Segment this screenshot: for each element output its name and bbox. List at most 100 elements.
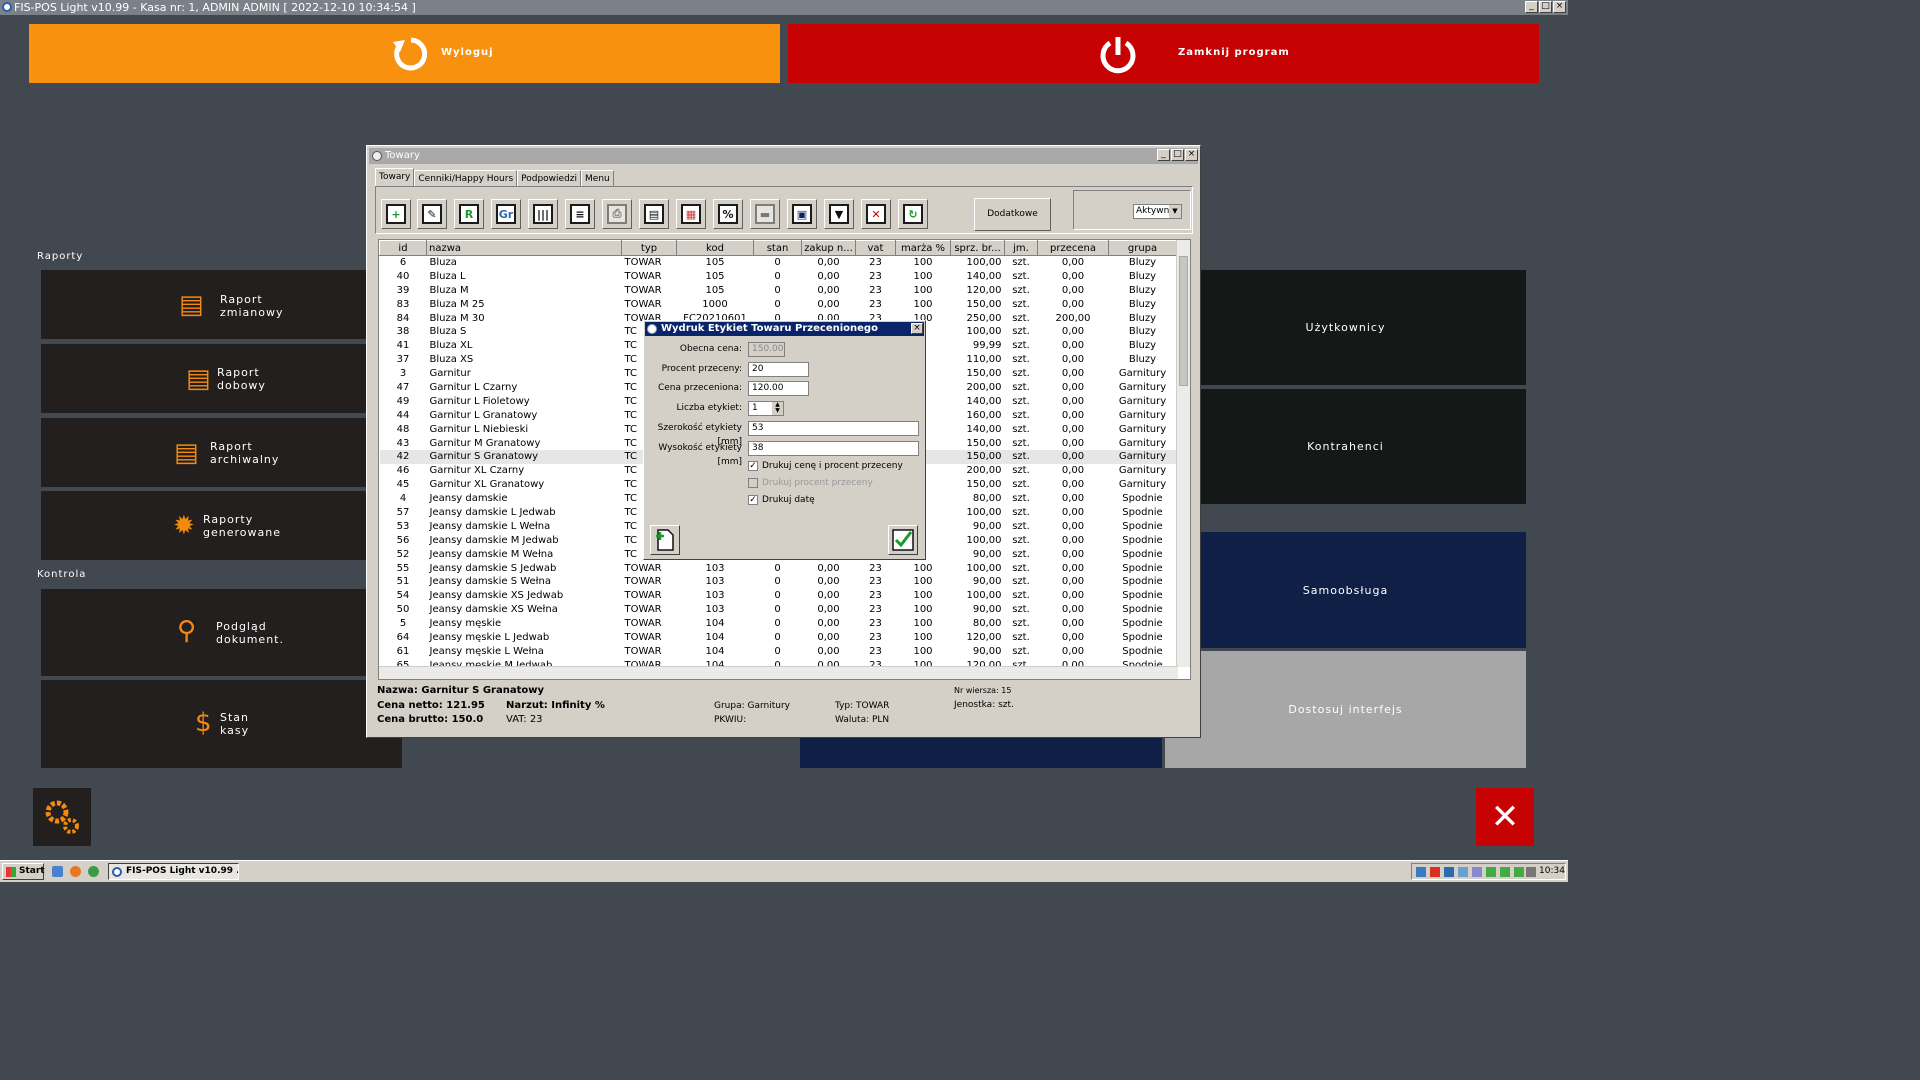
tab-menu[interactable]: Menu: [581, 170, 614, 186]
table-row[interactable]: 61 Jeansy męskie L Wełna TOWAR 104 0 0,00 23 10…: [380, 644, 1177, 658]
table-row[interactable]: 39 Bluza M TOWAR 105 0 0,00 23 100 120,00 szt. 0,0…: [380, 283, 1177, 297]
goods-button[interactable]: ▦: [676, 199, 706, 229]
table-row[interactable]: 54 Jeansy damskie XS Jedwab TOWAR 103 0 0,00 2…: [380, 589, 1177, 603]
discounted-price-input[interactable]: 120.00: [748, 381, 809, 396]
tile-users[interactable]: Użytkownicy: [1165, 270, 1526, 385]
window-minimize-button[interactable]: _: [1157, 149, 1170, 161]
gr-button[interactable]: Gr: [491, 199, 521, 229]
maximize-button[interactable]: □: [1539, 1, 1552, 13]
stepper-arrows-icon[interactable]: ▲ ▼: [772, 402, 783, 415]
table-row[interactable]: 5 Jeansy męskie TOWAR 104 0 0,00 23 100 80,00 szt…: [380, 617, 1177, 631]
table-row[interactable]: 40 Bluza L TOWAR 105 0 0,00 23 100 140,00 szt. 0,0…: [380, 269, 1177, 283]
table-vertical-scrollbar[interactable]: [1176, 240, 1190, 667]
table-row[interactable]: 51 Jeansy damskie S Wełna TOWAR 103 0 0,00 23 1…: [380, 575, 1177, 589]
settings-button[interactable]: [33, 788, 91, 846]
tray-app-icon[interactable]: [1526, 867, 1536, 877]
column-header[interactable]: jm.: [1004, 240, 1038, 256]
new-label-button[interactable]: [650, 525, 680, 555]
exit-button[interactable]: ✕: [1476, 788, 1534, 846]
quicklaunch-ie-icon[interactable]: [52, 866, 63, 877]
chk-print-date[interactable]: ✓ Drukuj datę: [748, 494, 815, 506]
tile-self-service[interactable]: Samoobsługa: [1165, 532, 1526, 648]
tab-cenniki[interactable]: Cenniki/Happy Hours: [414, 170, 518, 186]
tray-app-icon[interactable]: [1486, 867, 1496, 877]
filter-button[interactable]: ▼: [824, 199, 854, 229]
column-header[interactable]: kod: [676, 240, 754, 256]
refresh-button[interactable]: ↻: [898, 199, 928, 229]
column-header[interactable]: zakup n...: [801, 240, 856, 256]
column-header[interactable]: typ: [621, 240, 677, 256]
r-button[interactable]: R: [454, 199, 484, 229]
tile-reports-generated[interactable]: ✹ Raporty generowane: [41, 491, 366, 560]
window-maximize-button[interactable]: □: [1171, 149, 1184, 161]
percent-button[interactable]: %: [713, 199, 743, 229]
tile-report-archive[interactable]: ▤ Raport archiwalny: [41, 418, 366, 487]
tile-cash-state[interactable]: $ Stan kasy: [41, 680, 402, 768]
logout-button[interactable]: Wyloguj: [29, 24, 780, 83]
table-cell: 0: [774, 631, 781, 643]
new-item-button[interactable]: +: [381, 199, 411, 229]
printer-button[interactable]: ⎙: [602, 199, 632, 229]
table-row[interactable]: 83 Bluza M 25 TOWAR 1000 0 0,00 23 100 150,00 szt…: [380, 297, 1177, 311]
column-header[interactable]: marża %: [895, 240, 951, 256]
tile-document-preview[interactable]: ⚲ Podgląd dokument.: [41, 589, 366, 676]
label-count-stepper[interactable]: 1 ▲ ▼: [748, 401, 784, 416]
tray-network-icon[interactable]: [1416, 867, 1426, 877]
column-header[interactable]: sprz. br...: [950, 240, 1005, 256]
column-header[interactable]: vat: [855, 240, 896, 256]
tray-app-icon[interactable]: [1514, 867, 1524, 877]
table-row[interactable]: 50 Jeansy damskie XS Wełna TOWAR 103 0 0,00 23…: [380, 603, 1177, 617]
table-horizontal-scrollbar[interactable]: [379, 666, 1178, 679]
label-print-button[interactable]: ▤: [639, 199, 669, 229]
scrollbar-thumb[interactable]: [1179, 256, 1188, 386]
label-width-input[interactable]: 53: [748, 421, 919, 436]
close-program-button[interactable]: Zamknij program: [788, 24, 1539, 83]
label-height-input[interactable]: 38: [748, 441, 919, 456]
column-header[interactable]: stan: [753, 240, 802, 256]
quicklaunch-firefox-icon[interactable]: [70, 866, 81, 877]
table-cell: 0,00: [817, 645, 840, 657]
table-row[interactable]: 6 Bluza TOWAR 105 0 0,00 23 100 100,00 szt. 0,00 Bl…: [380, 256, 1177, 270]
extra-options-button[interactable]: Dodatkowe opcje: [974, 198, 1051, 250]
table-row[interactable]: 55 Jeansy damskie S Jedwab TOWAR 103 0 0,00 23…: [380, 561, 1177, 575]
column-header[interactable]: id: [379, 240, 427, 256]
minimize-button[interactable]: _: [1525, 1, 1538, 13]
taskbar-app-button[interactable]: FIS-POS Light v10.99 ...: [108, 863, 239, 880]
table-cell: 0,00: [1061, 548, 1085, 560]
confirm-button[interactable]: [888, 525, 918, 555]
quicklaunch-chrome-icon[interactable]: [88, 866, 99, 877]
tile-customize[interactable]: Dostosuj interfejs: [1165, 651, 1526, 768]
tray-shield-icon[interactable]: [1444, 867, 1454, 877]
table-cell: Garnitur S Granatowy: [426, 449, 622, 464]
tab-podpowiedzi[interactable]: Podpowiedzi: [517, 170, 582, 186]
discount-pct-input[interactable]: 20: [748, 362, 809, 377]
close-window-button[interactable]: ×: [1553, 1, 1566, 13]
save-button[interactable]: ▣: [787, 199, 817, 229]
clear-filter-button[interactable]: ✕: [861, 199, 891, 229]
truck-button[interactable]: ▬: [750, 199, 780, 229]
gear-icon: ✹: [173, 511, 196, 541]
table-cell: 51: [396, 576, 410, 588]
table-cell: 104: [705, 631, 725, 643]
column-header[interactable]: nazwa: [426, 240, 622, 256]
dialog-close-button[interactable]: ×: [911, 323, 923, 334]
column-header[interactable]: grupa: [1108, 240, 1177, 256]
status-filter-select[interactable]: Aktywne ▼: [1133, 204, 1182, 219]
table-row[interactable]: 64 Jeansy męskie L Jedwab TOWAR 104 0 0,00 23 1…: [380, 631, 1177, 645]
column-header[interactable]: przecena: [1037, 240, 1109, 256]
list-settings-button[interactable]: ≡: [565, 199, 595, 229]
window-close-button[interactable]: ×: [1185, 149, 1198, 161]
chk-print-price[interactable]: ✓ Drukuj cenę i procent przeceny: [748, 460, 903, 472]
tray-volume-icon[interactable]: [1458, 867, 1468, 877]
tray-app-icon[interactable]: [1500, 867, 1510, 877]
tray-app-icon[interactable]: [1472, 867, 1482, 877]
tile-report-daily[interactable]: ▤ Raport dobowy: [41, 344, 366, 413]
tray-security-icon[interactable]: [1430, 867, 1440, 877]
tile-report-shift[interactable]: ▤ Raport zmianowy: [41, 270, 366, 339]
tab-towary[interactable]: Towary: [375, 168, 415, 186]
tile-partial-blue[interactable]: [800, 738, 1162, 768]
barcode-button[interactable]: |||: [528, 199, 558, 229]
start-button[interactable]: Start: [2, 863, 45, 880]
edit-button[interactable]: ✎: [417, 199, 447, 229]
tile-contractors[interactable]: Kontrahenci: [1165, 389, 1526, 504]
